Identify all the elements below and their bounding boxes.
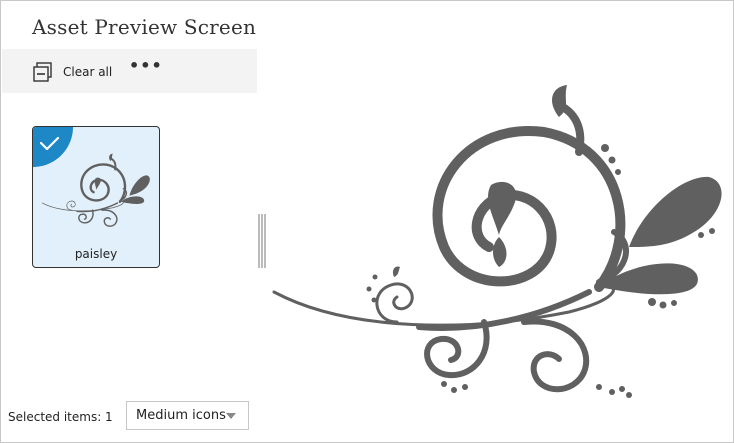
clear-all-icon [33,62,52,82]
asset-preview-image [269,85,722,398]
toolbar: Clear all ••• [2,49,257,93]
selected-items-count: Selected items: 1 [8,410,113,424]
more-icon: ••• [129,56,163,75]
page-title: Asset Preview Screen [32,15,257,39]
view-mode-dropdown[interactable]: Medium icons [126,401,249,430]
view-mode-value: Medium icons [136,408,226,423]
app-window: Asset Preview Screen Clear all ••• paisl… [0,0,734,443]
clear-all-button[interactable]: Clear all [32,61,112,83]
asset-tile-paisley[interactable]: paisley [32,126,160,268]
chevron-down-icon [226,412,236,419]
asset-thumbnail [41,153,150,228]
splitter-handle[interactable] [258,214,266,268]
more-options-button[interactable]: ••• [129,58,162,77]
asset-name: paisley [74,247,118,261]
clear-all-label: Clear all [63,65,113,79]
